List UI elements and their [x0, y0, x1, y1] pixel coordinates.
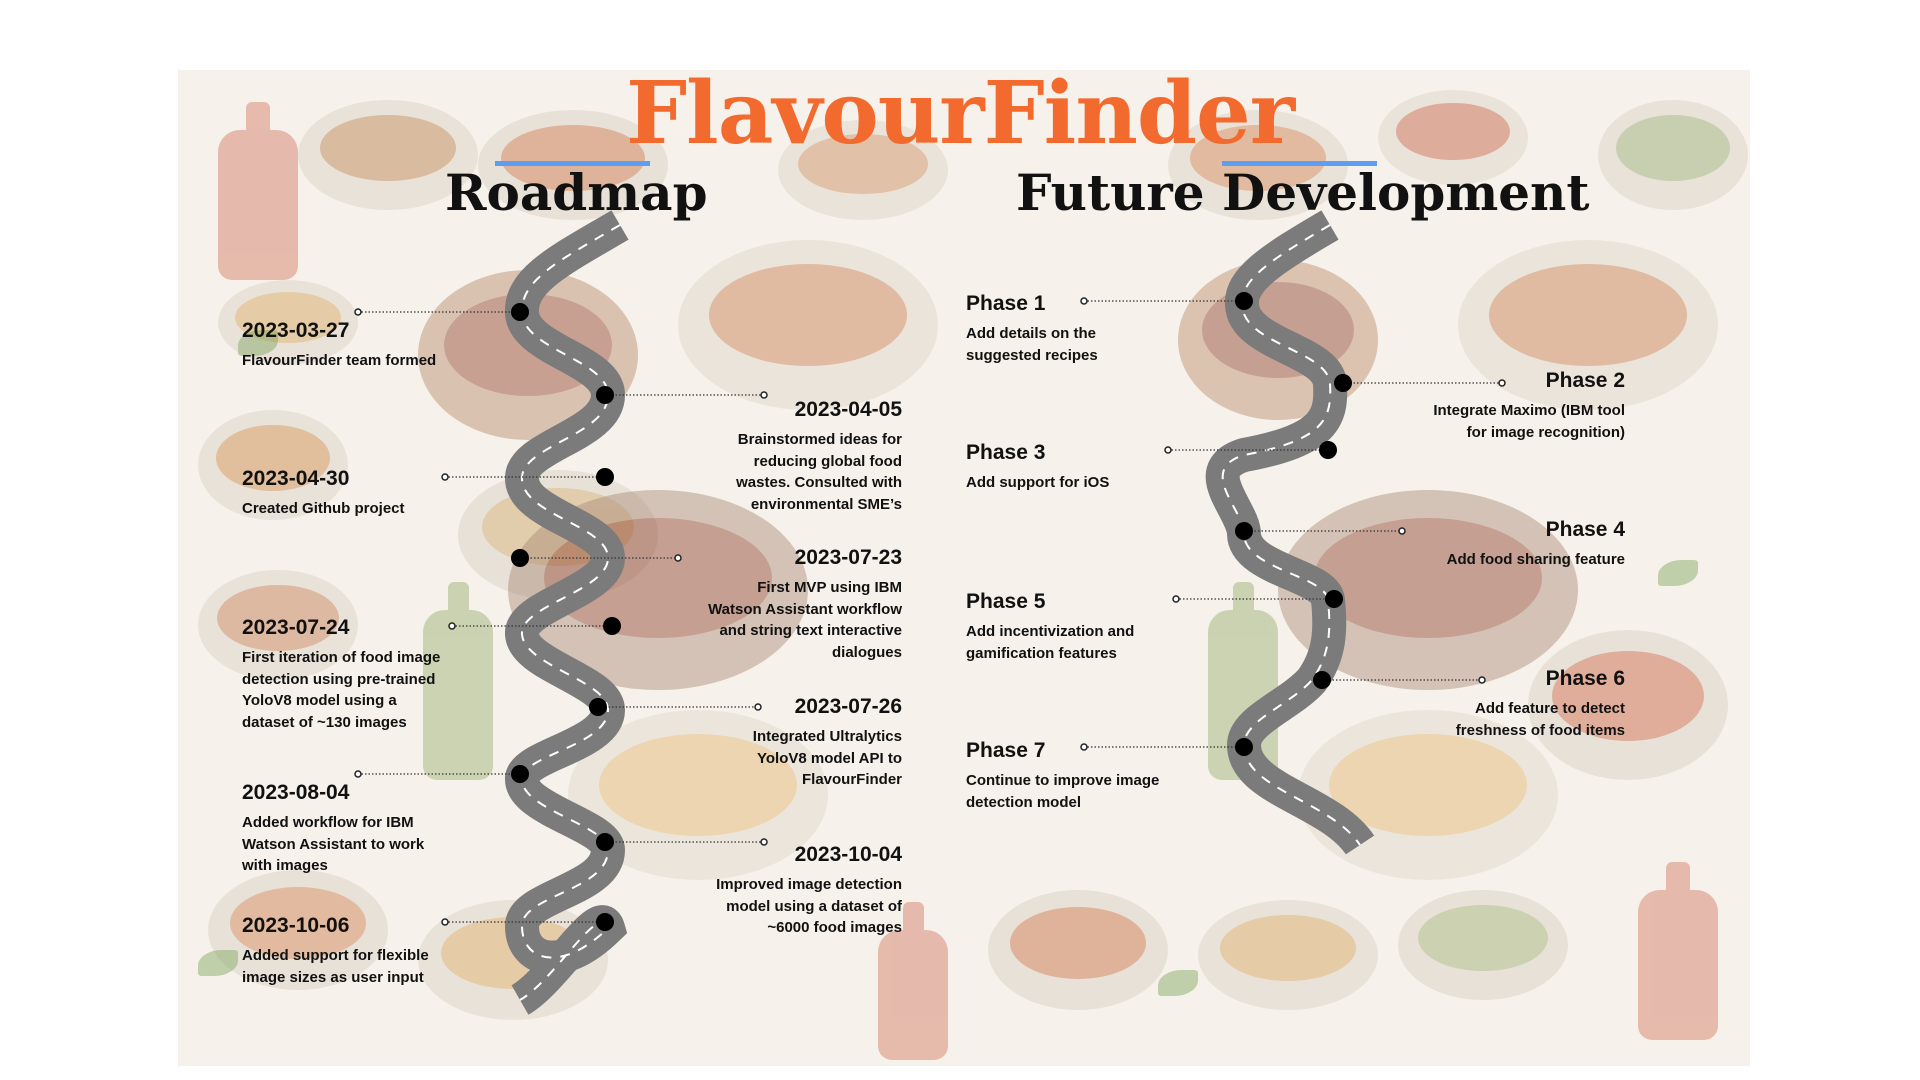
- phase-name: Phase 6: [1545, 667, 1625, 690]
- milestone-2023-04-05: 2023-04-05 Brainstormed ideas for reduci…: [702, 397, 902, 515]
- phase-description: Continue to improve image detection mode…: [966, 772, 1160, 811]
- phase-description: Add support for iOS: [966, 474, 1110, 491]
- phase-7: Phase 7 Continue to improve image detect…: [966, 738, 1166, 813]
- phase-dot: [1235, 292, 1253, 310]
- phase-name: Phase 4: [1545, 518, 1625, 541]
- phase-dot: [1319, 441, 1337, 459]
- phase-name: Phase 1: [966, 292, 1046, 315]
- milestone-description: Integrated Ultralytics YoloV8 model API …: [752, 728, 902, 788]
- phase-name: Phase 7: [966, 739, 1046, 762]
- milestone-2023-07-23: 2023-07-23 First MVP using IBM Watson As…: [702, 545, 902, 663]
- milestone-date: 2023-07-23: [794, 546, 902, 569]
- milestone-description: FlavourFinder team formed: [242, 352, 437, 369]
- milestone-date: 2023-04-05: [794, 398, 902, 421]
- milestone-dot: [589, 698, 607, 716]
- roadmap-road: [505, 210, 629, 1015]
- phase-dot: [1313, 671, 1331, 689]
- milestone-date: 2023-04-30: [242, 467, 350, 490]
- milestone-2023-03-27: 2023-03-27 FlavourFinder team formed: [242, 318, 442, 372]
- milestone-dot: [511, 303, 529, 321]
- phase-description: Add details on the suggested recipes: [966, 325, 1098, 364]
- milestone-date: 2023-08-04: [242, 781, 350, 804]
- milestone-2023-04-30: 2023-04-30 Created Github project: [242, 466, 442, 520]
- milestone-description: Improved image detection model using a d…: [716, 876, 902, 936]
- milestone-dot: [596, 913, 614, 931]
- phase-1: Phase 1 Add details on the suggested rec…: [966, 291, 1166, 366]
- phase-5: Phase 5 Add incentivization and gamifica…: [966, 589, 1166, 664]
- milestone-date: 2023-07-24: [242, 616, 350, 639]
- milestone-description: Created Github project: [242, 500, 405, 517]
- phase-4: Phase 4 Add food sharing feature: [1425, 517, 1625, 571]
- connector-end: [354, 770, 362, 778]
- phase-description: Add feature to detect freshness of food …: [1455, 700, 1625, 739]
- milestone-description: First iteration of food image detection …: [242, 649, 441, 731]
- milestone-dot: [603, 617, 621, 635]
- milestone-description: First MVP using IBM Watson Assistant wor…: [708, 579, 902, 661]
- milestone-2023-10-06: 2023-10-06 Added support for flexible im…: [242, 913, 442, 988]
- phase-dot: [1334, 374, 1352, 392]
- connector-end: [441, 473, 449, 481]
- phase-name: Phase 3: [966, 441, 1046, 464]
- milestone-date: 2023-07-26: [794, 695, 902, 718]
- milestone-date: 2023-03-27: [242, 319, 350, 342]
- phase-6: Phase 6 Add feature to detect freshness …: [1425, 666, 1625, 741]
- connector-end: [1398, 527, 1406, 535]
- milestone-date: 2023-10-04: [794, 843, 902, 866]
- milestone-dot: [596, 386, 614, 404]
- connector-end: [448, 622, 456, 630]
- milestone-description: Brainstormed ideas for reducing global f…: [736, 431, 902, 513]
- phase-3: Phase 3 Add support for iOS: [966, 440, 1166, 494]
- phase-name: Phase 2: [1545, 369, 1625, 392]
- milestone-2023-08-04: 2023-08-04 Added workflow for IBM Watson…: [242, 780, 442, 877]
- phase-name: Phase 5: [966, 590, 1046, 613]
- phase-description: Integrate Maximo (IBM tool for image rec…: [1433, 402, 1625, 441]
- milestone-dot: [511, 765, 529, 783]
- milestone-2023-07-26: 2023-07-26 Integrated Ultralytics YoloV8…: [702, 694, 902, 791]
- connector-end: [674, 554, 682, 562]
- milestone-date: 2023-10-06: [242, 914, 350, 937]
- phase-dot: [1235, 522, 1253, 540]
- phase-description: Add incentivization and gamification fea…: [966, 623, 1135, 662]
- milestone-dot: [596, 468, 614, 486]
- milestone-2023-07-24: 2023-07-24 First iteration of food image…: [242, 615, 442, 733]
- phase-dot: [1325, 590, 1343, 608]
- milestone-dot: [596, 833, 614, 851]
- phase-2: Phase 2 Integrate Maximo (IBM tool for i…: [1425, 368, 1625, 443]
- connector-end: [1172, 595, 1180, 603]
- connector-end: [441, 918, 449, 926]
- milestone-dot: [511, 549, 529, 567]
- phase-description: Add food sharing feature: [1446, 551, 1625, 568]
- milestone-description: Added support for flexible image sizes a…: [242, 947, 429, 986]
- milestone-2023-10-04: 2023-10-04 Improved image detection mode…: [702, 842, 902, 939]
- connector-end: [354, 308, 362, 316]
- milestone-description: Added workflow for IBM Watson Assistant …: [242, 814, 425, 874]
- phase-dot: [1235, 738, 1253, 756]
